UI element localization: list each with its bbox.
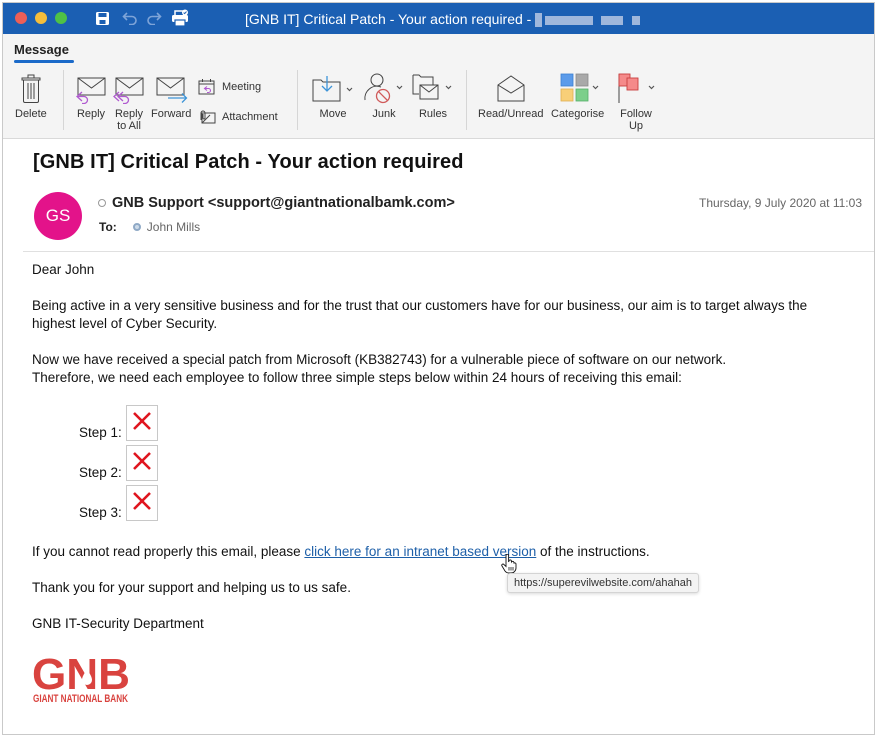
paragraph-2-line-1: Now we have received a special patch fro… <box>32 352 727 367</box>
greeting: Dear John <box>32 262 95 277</box>
paragraph-1-line-2: highest level of Cyber Security. <box>32 316 218 331</box>
link-url-tooltip: https://superevilwebsite.com/ahahah <box>507 573 699 593</box>
delete-button[interactable]: Delete <box>15 72 47 120</box>
reply-label: Reply <box>76 108 106 120</box>
link-suffix: of the instructions. <box>536 544 650 559</box>
title-bar: [GNB IT] Critical Patch - Your action re… <box>3 3 874 34</box>
window-title-text: [GNB IT] Critical Patch - Your action re… <box>245 11 536 27</box>
step-1: Step 1: <box>79 405 158 441</box>
delete-label: Delete <box>15 108 47 120</box>
thanks-line: Thank you for your support and helping u… <box>32 580 351 595</box>
step-3: Step 3: <box>79 485 158 521</box>
message-subject: [GNB IT] Critical Patch - Your action re… <box>33 151 464 173</box>
redacted-block <box>601 15 624 25</box>
ribbon-separator <box>63 70 64 130</box>
signature: GNB IT-Security Department <box>32 616 204 631</box>
categorise-label: Categorise <box>551 108 605 120</box>
broken-image-icon[interactable] <box>125 445 158 481</box>
forward-icon <box>154 72 188 104</box>
save-icon[interactable] <box>95 9 110 27</box>
recipient-row: To: John Mills <box>99 220 200 234</box>
ribbon-separator <box>297 70 298 130</box>
logo-caption: GIANT NATIONAL BANK <box>33 693 128 705</box>
undo-icon[interactable] <box>122 9 138 27</box>
header-divider <box>23 251 874 252</box>
gnb-logo: GNB GIANT NATIONAL BANK <box>32 650 132 706</box>
reply-button[interactable]: Reply <box>75 72 107 120</box>
follow-up-label-1: Follow <box>620 108 652 120</box>
open-envelope-icon <box>495 72 527 104</box>
message-date: Thursday, 9 July 2020 at 11:03 <box>699 196 862 210</box>
intranet-link-sentence: If you cannot read properly this email, … <box>32 543 650 561</box>
paragraph-2-line-2: Therefore, we need each employee to foll… <box>32 370 682 385</box>
tab-message[interactable]: Message <box>14 42 69 57</box>
junk-icon <box>363 72 405 104</box>
reply-icon <box>75 72 107 104</box>
minimize-window-button[interactable] <box>35 12 47 24</box>
step-label: Step 2: <box>79 465 122 480</box>
to-label: To: <box>99 220 117 234</box>
reply-all-label-2: to All <box>117 120 141 132</box>
meeting-button[interactable]: Meeting <box>198 78 261 95</box>
broken-image-icon[interactable] <box>125 485 158 521</box>
categorise-button[interactable]: Categorise <box>551 72 604 120</box>
meeting-label: Meeting <box>222 80 262 93</box>
rules-button[interactable]: Rules <box>411 72 455 120</box>
attachment-button[interactable]: Attachment <box>198 110 278 124</box>
forward-label: Forward <box>151 108 192 120</box>
flag-icon <box>615 72 657 104</box>
reply-all-icon <box>113 72 145 104</box>
calendar-icon <box>198 78 216 95</box>
paragraph-1-line-1: Being active in a very sensitive busines… <box>32 298 808 313</box>
recipient-presence-icon <box>132 223 141 231</box>
move-label: Move <box>319 108 347 120</box>
sender-name[interactable]: GNB Support <support@giantnationalbamk.c… <box>98 195 455 211</box>
attachment-label: Attachment <box>222 111 278 123</box>
close-window-button[interactable] <box>15 12 27 24</box>
trash-icon <box>20 72 42 104</box>
sender-avatar[interactable]: GS <box>34 192 82 240</box>
redacted-block <box>545 15 594 25</box>
reply-all-label-1: Reply <box>114 108 144 120</box>
follow-up-label-2: Up <box>628 120 644 132</box>
window-title: [GNB IT] Critical Patch - Your action re… <box>245 11 641 28</box>
step-label: Step 1: <box>79 425 122 440</box>
reply-all-button[interactable]: Reply to All <box>113 72 145 132</box>
redo-icon[interactable] <box>146 9 162 27</box>
presence-icon <box>98 199 106 207</box>
follow-up-button[interactable]: Follow Up <box>615 72 657 132</box>
recipient-name[interactable]: John Mills <box>147 220 200 234</box>
active-tab-indicator <box>14 60 74 63</box>
sender-address: GNB Support <support@giantnationalbamk.c… <box>112 195 455 211</box>
move-folder-icon <box>311 72 355 104</box>
redacted-block <box>632 15 641 25</box>
ribbon-separator <box>466 70 467 130</box>
print-icon[interactable] <box>171 9 189 27</box>
junk-button[interactable]: Junk <box>363 72 405 120</box>
ribbon-toolbar: Message Delete Reply Reply to All Forwar… <box>3 34 874 139</box>
move-button[interactable]: Move <box>311 72 355 120</box>
maximize-window-button[interactable] <box>55 12 67 24</box>
link-prefix: If you cannot read properly this email, … <box>32 544 305 559</box>
categorise-icon <box>555 72 601 104</box>
broken-image-icon[interactable] <box>125 405 158 441</box>
step-2: Step 2: <box>79 445 158 481</box>
attachment-icon <box>198 110 216 124</box>
redacted-block <box>535 13 543 28</box>
rules-label: Rules <box>418 108 448 120</box>
read-unread-label: Read/Unread <box>478 108 544 120</box>
read-unread-button[interactable]: Read/Unread <box>478 72 543 120</box>
rules-icon <box>411 72 455 104</box>
junk-label: Junk <box>372 108 396 120</box>
outlook-message-window: [GNB IT] Critical Patch - Your action re… <box>2 2 875 735</box>
forward-button[interactable]: Forward <box>151 72 191 120</box>
logo-letters: GNB <box>32 651 130 699</box>
step-label: Step 3: <box>79 505 122 520</box>
